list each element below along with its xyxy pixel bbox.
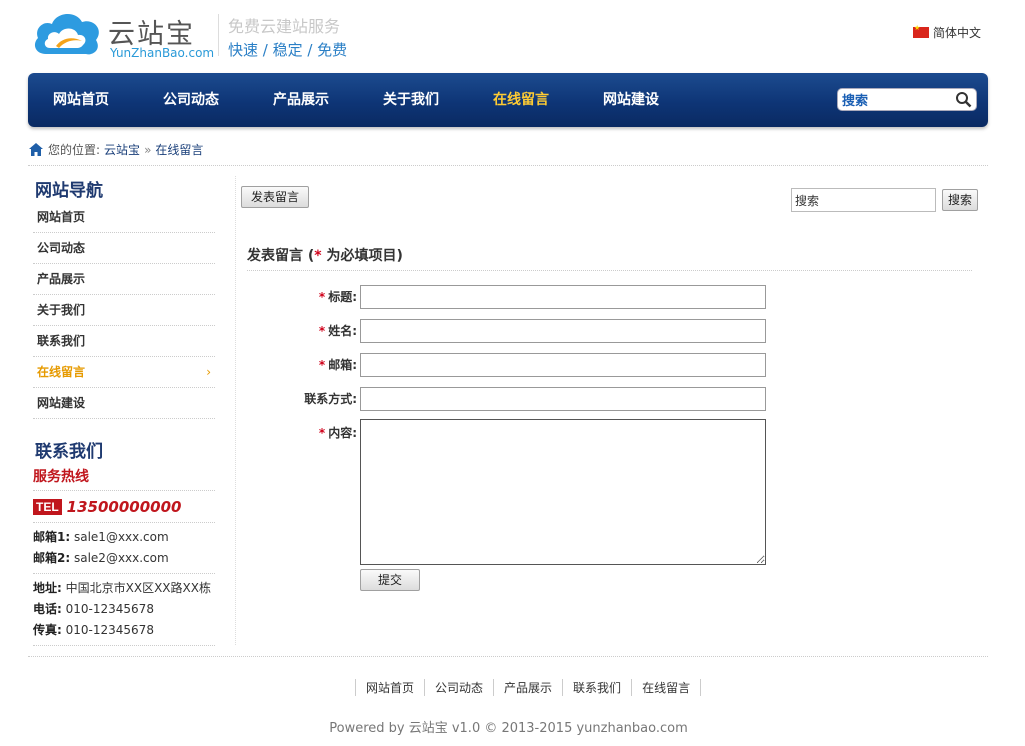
tel-number: 13500000000 bbox=[66, 497, 182, 516]
contact-label: 联系方式: bbox=[247, 390, 357, 407]
nav-item-news[interactable]: 公司动态 bbox=[163, 89, 219, 109]
phone-value: 010-12345678 bbox=[65, 602, 154, 616]
contact-field[interactable] bbox=[360, 387, 766, 411]
title-label-text: 标题: bbox=[328, 290, 357, 304]
contact-title: 联系我们 bbox=[35, 442, 103, 462]
chevron-right-icon: › bbox=[206, 365, 211, 379]
email-label: * 邮箱: bbox=[247, 356, 357, 373]
form-heading: 发表留言 (* 为必填项目) bbox=[247, 245, 403, 265]
fax-label: 传真: bbox=[33, 623, 62, 637]
site-logo[interactable]: 云站宝 YunZhanBao.com bbox=[32, 8, 215, 62]
name-label: * 姓名: bbox=[247, 322, 357, 339]
hotline-label: 服务热线 bbox=[33, 463, 215, 491]
fax-value: 010-12345678 bbox=[65, 623, 154, 637]
form-heading-post: 为必填项目) bbox=[321, 248, 403, 264]
breadcrumb-separator: » bbox=[144, 142, 152, 157]
breadcrumb-prefix: 您的位置: bbox=[48, 143, 101, 157]
phone-row: 电话: 010-12345678 bbox=[33, 599, 215, 620]
search-button[interactable]: 搜索 bbox=[942, 189, 978, 211]
email-label-text: 邮箱: bbox=[328, 358, 357, 372]
nav-item-guestbook[interactable]: 在线留言 bbox=[493, 89, 549, 109]
address-row: 地址: 中国北京市XX区XX路XX栋 bbox=[33, 578, 215, 599]
required-star: * bbox=[318, 358, 326, 372]
footer-link-products[interactable]: 产品展示 bbox=[493, 679, 562, 696]
slogan-line-2: 快速 / 稳定 / 免费 bbox=[228, 41, 348, 59]
fax-row: 传真: 010-12345678 bbox=[33, 620, 215, 641]
breadcrumb-home-link[interactable]: 云站宝 bbox=[104, 141, 140, 158]
sidebar-item-guestbook[interactable]: 在线留言 › bbox=[33, 357, 215, 388]
main-nav: 网站首页 公司动态 产品展示 关于我们 在线留言 网站建设 bbox=[28, 73, 988, 127]
sidebar-item-label: 在线留言 bbox=[37, 365, 86, 379]
content-label-text: 内容: bbox=[328, 426, 357, 440]
post-message-button[interactable]: 发表留言 bbox=[241, 186, 309, 208]
language-label: 简体中文 bbox=[933, 26, 982, 40]
name-field[interactable] bbox=[360, 319, 766, 343]
nav-search-box bbox=[837, 88, 977, 111]
sidebar-item-products[interactable]: 产品展示 bbox=[33, 264, 215, 295]
language-switcher[interactable]: 简体中文 bbox=[913, 24, 981, 41]
cloud-logo-icon bbox=[34, 13, 99, 55]
header-divider bbox=[218, 14, 219, 56]
sidebar-item-build[interactable]: 网站建设 bbox=[33, 388, 215, 419]
footer-link-news[interactable]: 公司动态 bbox=[424, 679, 493, 696]
form-divider bbox=[247, 270, 972, 271]
submit-button[interactable]: 提交 bbox=[360, 569, 420, 591]
sidebar-item-about[interactable]: 关于我们 bbox=[33, 295, 215, 326]
required-star: * bbox=[318, 426, 326, 440]
required-star: * bbox=[318, 290, 326, 304]
address-block: 地址: 中国北京市XX区XX路XX栋 电话: 010-12345678 传真: … bbox=[33, 574, 215, 646]
powered-by: Powered by 云站宝 v1.0 © 2013-2015 yunzhanb… bbox=[329, 721, 688, 736]
nav-search-input[interactable] bbox=[838, 89, 946, 110]
tel-badge: TEL bbox=[33, 498, 62, 515]
search-input[interactable] bbox=[791, 188, 936, 212]
title-field[interactable] bbox=[360, 285, 766, 309]
content-textarea[interactable] bbox=[360, 419, 766, 565]
sidebar-divider bbox=[235, 176, 236, 645]
email-field[interactable] bbox=[360, 353, 766, 377]
nav-item-about[interactable]: 关于我们 bbox=[383, 89, 439, 109]
footer-link-contact[interactable]: 联系我们 bbox=[562, 679, 631, 696]
sidebar-nav-list: 网站首页 公司动态 产品展示 关于我们 联系我们 在线留言 › 网站建设 bbox=[33, 202, 215, 419]
name-label-text: 姓名: bbox=[328, 324, 357, 338]
divider bbox=[28, 165, 988, 166]
footer-link-guestbook[interactable]: 在线留言 bbox=[631, 679, 702, 696]
required-star: * bbox=[314, 248, 322, 264]
tel-row: TEL 13500000000 bbox=[33, 491, 215, 523]
sidebar-item-contact[interactable]: 联系我们 bbox=[33, 326, 215, 357]
contact-label-text: 联系方式: bbox=[304, 392, 357, 406]
phone-label: 电话: bbox=[33, 602, 62, 616]
logo-subtitle: YunZhanBao.com bbox=[110, 46, 215, 60]
footer-links: 网站首页 公司动态 产品展示 联系我们 在线留言 bbox=[355, 679, 702, 696]
email1-label: 邮箱1: bbox=[33, 530, 71, 544]
search-icon[interactable] bbox=[955, 91, 972, 108]
home-icon bbox=[29, 143, 43, 156]
site-header: 云站宝 YunZhanBao.com 免费云建站服务 快速 / 稳定 / 免费 … bbox=[0, 0, 1025, 72]
sidebar: 网站导航 网站首页 公司动态 产品展示 关于我们 联系我们 在线留言 › 网站建… bbox=[33, 176, 215, 646]
address-label: 地址: bbox=[33, 581, 62, 595]
nav-item-products[interactable]: 产品展示 bbox=[273, 89, 329, 109]
required-star: * bbox=[318, 324, 326, 338]
email1-value[interactable]: sale1@xxx.com bbox=[74, 530, 169, 544]
breadcrumb-current[interactable]: 在线留言 bbox=[155, 141, 203, 158]
footer-divider bbox=[28, 656, 988, 657]
email2-value[interactable]: sale2@xxx.com bbox=[74, 551, 169, 565]
address-value: 中国北京市XX区XX路XX栋 bbox=[65, 581, 211, 595]
email1-row: 邮箱1: sale1@xxx.com bbox=[33, 527, 215, 548]
sidebar-item-news[interactable]: 公司动态 bbox=[33, 233, 215, 264]
sidebar-nav-title: 网站导航 bbox=[35, 181, 103, 201]
email-block: 邮箱1: sale1@xxx.com 邮箱2: sale2@xxx.com bbox=[33, 523, 215, 574]
nav-item-build[interactable]: 网站建设 bbox=[603, 89, 659, 109]
email2-row: 邮箱2: sale2@xxx.com bbox=[33, 548, 215, 569]
content-label: * 内容: bbox=[247, 424, 357, 441]
footer-link-home[interactable]: 网站首页 bbox=[355, 679, 424, 696]
sidebar-item-home[interactable]: 网站首页 bbox=[33, 202, 215, 233]
china-flag-icon bbox=[913, 24, 929, 38]
title-label: * 标题: bbox=[247, 288, 357, 305]
email2-label: 邮箱2: bbox=[33, 551, 71, 565]
nav-item-home[interactable]: 网站首页 bbox=[53, 89, 109, 109]
form-heading-pre: 发表留言 ( bbox=[247, 248, 315, 264]
breadcrumb: 您的位置: 云站宝 » 在线留言 bbox=[29, 141, 203, 158]
slogan-line-1: 免费云建站服务 bbox=[228, 17, 341, 36]
